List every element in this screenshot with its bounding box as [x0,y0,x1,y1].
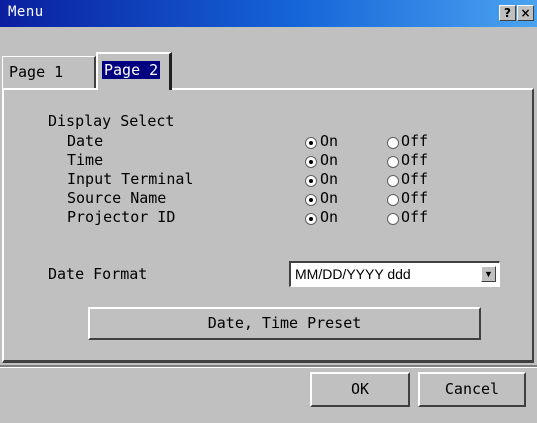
display-select-heading: Display Select [48,112,175,130]
time-off-radio[interactable] [387,156,399,168]
on-label: On [320,189,339,207]
tab-page-2[interactable]: Page 2 [96,52,172,90]
option-label-time: Time [67,151,104,169]
ok-button[interactable]: OK [310,372,410,407]
time-on-radio[interactable] [305,156,317,168]
input-terminal-on-radio[interactable] [305,175,317,187]
projector-id-on-radio[interactable] [305,213,317,225]
off-label: Off [401,151,429,169]
window-title: Menu [8,4,44,20]
title-bar: Menu ? × [0,0,537,27]
source-name-off-radio[interactable] [387,194,399,206]
help-button[interactable]: ? [499,5,516,21]
footer-separator [0,365,537,368]
tab-page-1[interactable]: Page 1 [2,56,96,88]
projector-id-off-radio[interactable] [387,213,399,225]
date-time-preset-button[interactable]: Date, Time Preset [88,307,481,340]
option-label-date: Date [67,132,104,150]
on-label: On [320,208,339,226]
off-label: Off [401,132,429,150]
cancel-button[interactable]: Cancel [418,372,526,407]
option-label-projector-id: Projector ID [67,208,176,226]
tab-label: Page 1 [9,63,64,81]
date-off-radio[interactable] [387,137,399,149]
off-label: Off [401,170,429,188]
on-label: On [320,132,339,150]
close-button[interactable]: × [517,5,534,21]
tab-label: Page 2 [102,61,161,79]
off-label: Off [401,189,429,207]
source-name-on-radio[interactable] [305,194,317,206]
input-terminal-off-radio[interactable] [387,175,399,187]
option-label-input-terminal: Input Terminal [67,170,194,188]
on-label: On [320,170,339,188]
date-format-label: Date Format [48,265,148,283]
date-format-select[interactable]: MM/DD/YYYY ddd ▼ [289,261,500,287]
date-format-value: MM/DD/YYYY ddd [295,266,411,282]
on-label: On [320,151,339,169]
option-label-source-name: Source Name [67,189,167,207]
off-label: Off [401,208,429,226]
dropdown-arrow-icon[interactable]: ▼ [481,266,496,282]
date-on-radio[interactable] [305,137,317,149]
